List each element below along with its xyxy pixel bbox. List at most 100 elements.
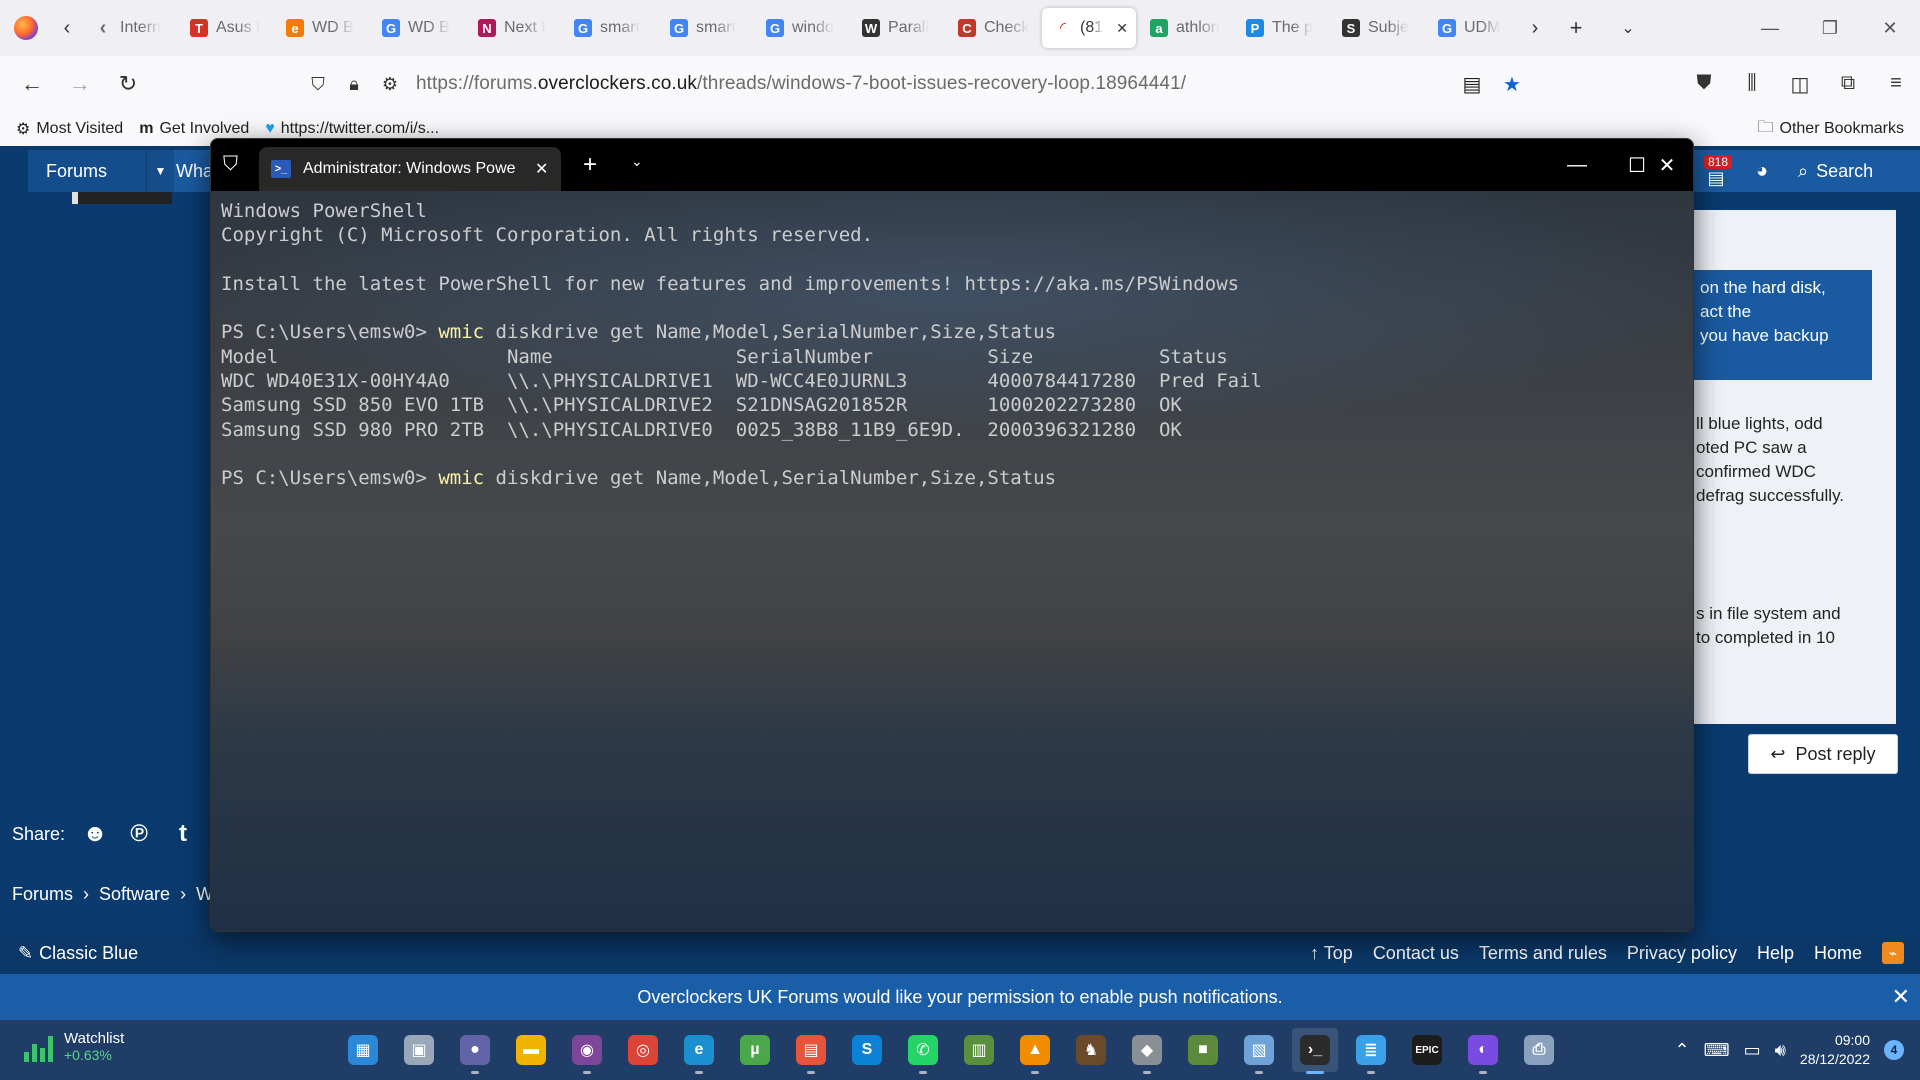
tracking-shield-icon[interactable]: ⛉ [300, 74, 336, 95]
lock-icon[interactable]: 🔒︎ [336, 74, 372, 95]
notification-badge[interactable]: 4 [1884, 1040, 1904, 1060]
taskbar-gpu-z-icon[interactable]: ▥ [956, 1028, 1002, 1072]
close-icon[interactable]: ✕ [1892, 984, 1910, 1010]
browser-tab[interactable]: S Subje [1330, 8, 1424, 48]
taskbar-start-icon[interactable]: ▦ [340, 1028, 386, 1072]
post-paragraph: s in file system and to completed in 10 [1696, 604, 1841, 647]
forum-search-button[interactable]: ⌕ Search [1798, 150, 1873, 192]
close-tab-icon[interactable]: ✕ [1116, 20, 1128, 37]
clock[interactable]: 09:00 28/12/2022 [1800, 1031, 1870, 1069]
bookmark-star-icon[interactable]: ★ [1496, 72, 1528, 97]
tab-favicon-icon: G [574, 19, 592, 37]
taskbar-utorrent-icon[interactable]: µ [732, 1028, 778, 1072]
footer-privacy-link[interactable]: Privacy policy [1627, 943, 1737, 964]
browser-tab[interactable]: ‹ Intern [82, 8, 176, 48]
firefox-menu-icon[interactable] [0, 0, 52, 56]
browser-tab[interactable]: N Next I [466, 8, 560, 48]
keyboard-icon[interactable]: ⌨ [1704, 1040, 1730, 1061]
tumblr-icon[interactable]: t [169, 820, 197, 848]
taskbar-tor-icon[interactable]: ◉ [564, 1028, 610, 1074]
footer-help-link[interactable]: Help [1757, 943, 1794, 964]
tab-scroll-left-icon[interactable]: ‹ [52, 0, 82, 56]
chevron-down-icon[interactable]: ⌄ [631, 153, 643, 170]
browser-tab[interactable]: e WD B [274, 8, 368, 48]
footer-terms-link[interactable]: Terms and rules [1479, 943, 1607, 964]
browser-tab[interactable]: a athlon [1138, 8, 1232, 48]
footer-top-link[interactable]: ↑ Top [1310, 943, 1353, 964]
browser-tab[interactable]: P The p [1234, 8, 1328, 48]
breadcrumb-forums[interactable]: Forums [12, 884, 73, 905]
new-tab-button[interactable]: + [1550, 0, 1602, 56]
taskbar-vlc-icon[interactable]: ▲ [1012, 1028, 1058, 1074]
terminal-minimize-icon[interactable]: — [1547, 139, 1607, 191]
forum-nav-forums[interactable]: Forums [28, 150, 146, 192]
post-reply-button[interactable]: ↩ Post reply [1748, 734, 1898, 774]
style-chooser[interactable]: ✎ Classic Blue [18, 943, 138, 964]
taskbar-task-view-icon[interactable]: ▣ [396, 1028, 442, 1072]
browser-tab[interactable]: C Check [946, 8, 1040, 48]
watchlist-widget[interactable]: Watchlist +0.63% [24, 1030, 124, 1063]
taskbar-monitor-icon[interactable]: ▧ [1236, 1028, 1282, 1074]
terminal-output[interactable]: Windows PowerShell Copyright (C) Microsof… [211, 191, 1693, 931]
reddit-icon[interactable]: ☻ [81, 820, 109, 848]
back-icon[interactable]: ← [8, 64, 56, 104]
browser-tab[interactable]: ◜ (81 ✕ [1042, 8, 1136, 48]
taskbar-teams-chat-icon[interactable]: ● [452, 1028, 498, 1074]
taskbar-notepad-icon[interactable]: ≣ [1348, 1028, 1394, 1074]
taskbar-printer-icon[interactable]: ⎙ [1516, 1028, 1562, 1072]
bookmark-get-involved[interactable]: m Get Involved [139, 120, 249, 138]
bookmark-most-visited[interactable]: ⚙ Most Visited [16, 119, 123, 139]
style-palette-icon[interactable]: ◕ [1744, 150, 1780, 192]
network-icon[interactable]: ▭ [1744, 1040, 1761, 1061]
reader-view-icon[interactable]: ▤ [1456, 72, 1488, 97]
url-text[interactable]: https://forums.overclockers.co.uk/thread… [416, 73, 1186, 95]
other-bookmarks[interactable]: 🗀︎ Other Bookmarks [1758, 116, 1905, 143]
permissions-icon[interactable]: ⚙ [372, 74, 408, 95]
taskbar-skype-icon[interactable]: S [844, 1028, 890, 1072]
library-icon[interactable]: ⫼ [1728, 72, 1776, 97]
url-bar[interactable]: ⛉ 🔒︎ ⚙ https://forums.overclockers.co.uk… [300, 64, 1528, 104]
browser-tab[interactable]: W Parall [850, 8, 944, 48]
terminal-close-icon[interactable]: ✕ [1637, 139, 1693, 191]
taskbar-whatsapp-icon[interactable]: ✆ [900, 1028, 946, 1074]
browser-close-icon[interactable]: ✕ [1860, 0, 1920, 56]
hamburger-menu-icon[interactable]: ≡ [1872, 72, 1920, 97]
browser-minimize-icon[interactable]: — [1740, 0, 1800, 56]
browser-tab[interactable]: G UDM [1426, 8, 1520, 48]
taskbar-edge-icon[interactable]: e [676, 1028, 722, 1074]
taskbar-game-icon[interactable]: ♞ [1068, 1028, 1114, 1072]
forward-icon[interactable]: → [56, 64, 104, 104]
footer-home-link[interactable]: Home [1814, 943, 1862, 964]
browser-tab[interactable]: G WD B [370, 8, 464, 48]
browser-tab[interactable]: Gsmart [658, 8, 752, 48]
chevron-up-icon[interactable]: ⌃ [1674, 1040, 1689, 1061]
taskbar-firefox-icon[interactable]: ◐ [1460, 1028, 1506, 1074]
browser-tab[interactable]: Gsmart [562, 8, 656, 48]
taskbar-minecraft-icon[interactable]: ■ [1180, 1028, 1226, 1072]
volume-icon[interactable]: 🔊︎ [1775, 1040, 1786, 1061]
close-tab-icon[interactable]: ✕ [535, 159, 548, 179]
tab-list-chevron-icon[interactable]: ⌄ [1602, 0, 1654, 56]
breadcrumb-software[interactable]: Software [99, 884, 170, 905]
tab-scroll-right-icon[interactable]: › [1520, 0, 1550, 56]
footer-contact-link[interactable]: Contact us [1373, 943, 1459, 964]
taskbar-file-explorer-icon[interactable]: ▬ [508, 1028, 554, 1072]
extensions-icon[interactable]: ⧉ [1824, 72, 1872, 97]
browser-tab[interactable]: T Asus I [178, 8, 272, 48]
taskbar-epic-games-icon[interactable]: EPIC [1404, 1028, 1450, 1072]
browser-restore-icon[interactable]: ❐ [1800, 0, 1860, 56]
browser-tab[interactable]: Gwindo [754, 8, 848, 48]
pinterest-icon[interactable]: ℗ [125, 820, 153, 848]
alerts-icon[interactable]: 818 ▤ [1696, 150, 1736, 192]
taskbar-store-icon[interactable]: ▤ [788, 1028, 834, 1074]
rss-icon[interactable]: ⌁ [1882, 942, 1904, 964]
bookmark-twitter[interactable]: ♥ https://twitter.com/i/s... [265, 120, 439, 138]
taskbar-disk-tool-icon[interactable]: ◆ [1124, 1028, 1170, 1074]
taskbar-chrome-icon[interactable]: ◎ [620, 1028, 666, 1072]
pocket-icon[interactable]: ⛊ [1680, 72, 1728, 97]
sidebar-icon[interactable]: ◫ [1776, 72, 1824, 97]
new-tab-button[interactable]: + [583, 151, 597, 179]
reload-icon[interactable]: ↻ [104, 64, 152, 104]
taskbar-terminal-icon[interactable]: ›_ [1292, 1028, 1338, 1074]
terminal-tab[interactable]: >_ Administrator: Windows Powe ✕ [259, 147, 561, 191]
